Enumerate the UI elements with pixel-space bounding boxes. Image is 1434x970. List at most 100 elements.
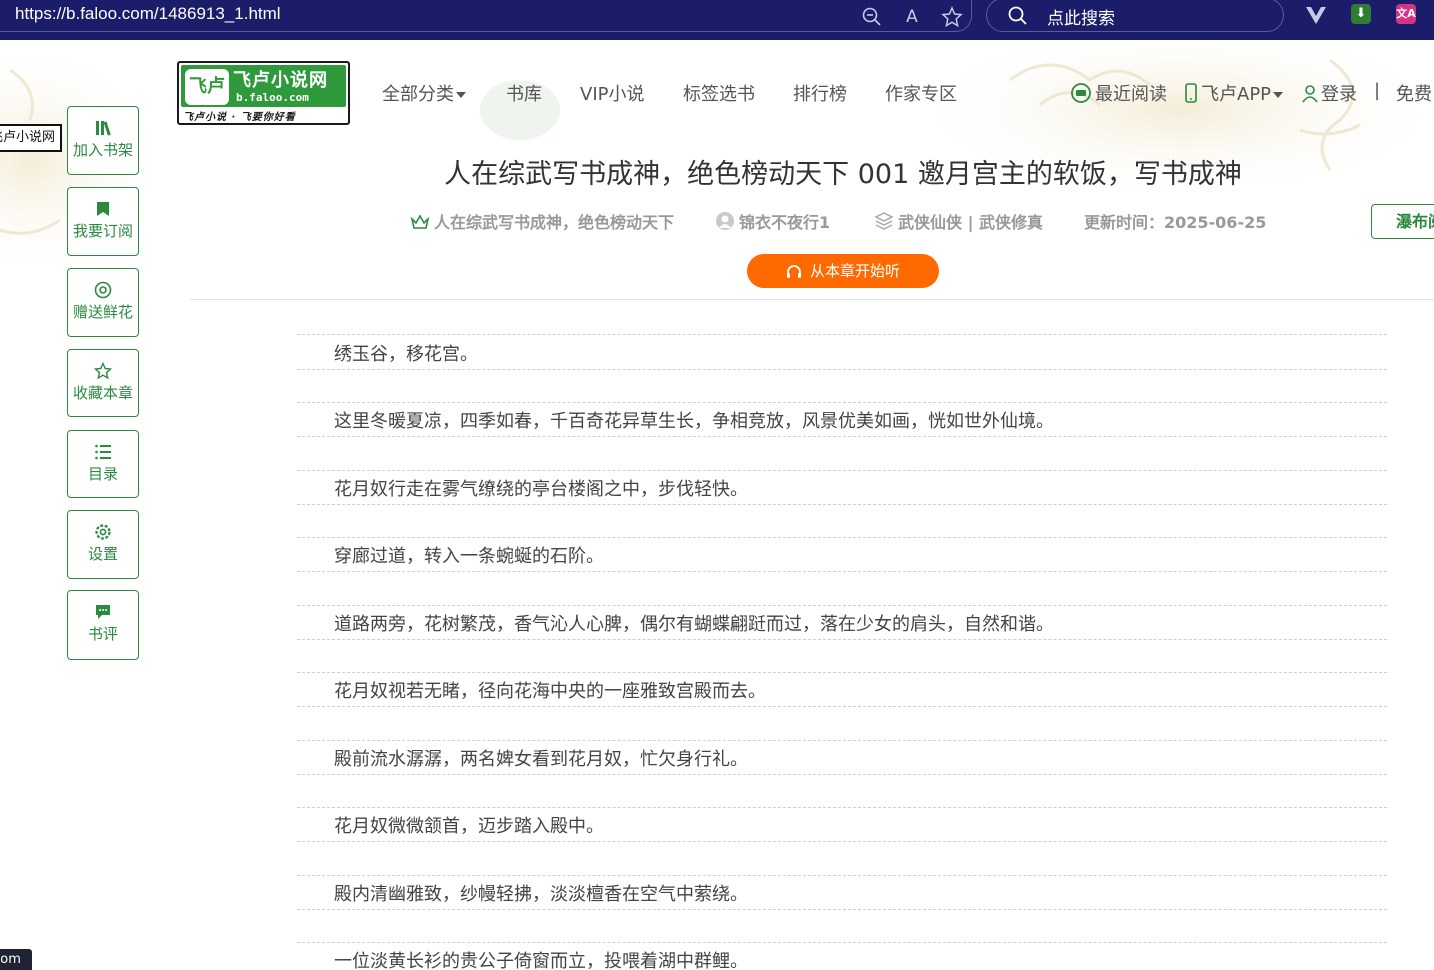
browser-toolbar: https://b.faloo.com/1486913_1.html A 点此搜… bbox=[0, 0, 1434, 40]
line-separator bbox=[297, 942, 1387, 943]
chapter-title: 人在综武写书成神，绝色榜动天下 001 邀月宫主的软饭，写书成神 bbox=[444, 159, 1242, 190]
line-separator bbox=[297, 369, 1387, 370]
logo-slogan: 飞卢小说 · 飞要你好看 bbox=[183, 112, 296, 123]
nav-author-zone[interactable]: 作家专区 bbox=[885, 80, 957, 106]
subscribe-label: 我要订阅 bbox=[72, 222, 133, 240]
site-tooltip: 飞卢小说网 bbox=[0, 124, 62, 152]
search-placeholder[interactable]: 点此搜索 bbox=[1047, 4, 1115, 29]
logo-name: 飞卢小说网 bbox=[233, 70, 328, 91]
download-extension-icon[interactable]: ⬇ bbox=[1351, 4, 1371, 24]
line-separator bbox=[297, 740, 1387, 741]
line-separator bbox=[297, 841, 1387, 842]
comment-icon bbox=[96, 605, 110, 619]
read-aloud-icon[interactable]: A bbox=[901, 6, 923, 28]
settings-label: 设置 bbox=[87, 545, 118, 563]
listen-from-chapter-button[interactable]: 从本章开始听 bbox=[747, 254, 939, 288]
star-icon bbox=[94, 362, 112, 380]
paragraph: 道路两旁，花树繁茂，香气沁人心脾，偶尔有蝴蝶翩跹而过，落在少女的肩头，自然和谐。 bbox=[334, 614, 1054, 635]
nav-separator: | bbox=[1374, 80, 1381, 101]
nav-rankings[interactable]: 排行榜 bbox=[793, 80, 847, 106]
paragraph: 花月奴视若无睹，径向花海中央的一座雅致宫殿而去。 bbox=[334, 681, 766, 702]
line-separator bbox=[297, 774, 1387, 775]
bookmark-icon bbox=[97, 202, 109, 216]
line-separator bbox=[297, 571, 1387, 572]
line-separator bbox=[297, 402, 1387, 403]
send-flower-button[interactable]: 赠送鲜花 bbox=[67, 268, 139, 337]
url-text[interactable]: https://b.faloo.com/1486913_1.html bbox=[15, 4, 281, 24]
meta-book-name: 人在综武写书成神，绝色榜动天下 bbox=[434, 213, 675, 232]
user-icon bbox=[1302, 85, 1318, 103]
vue-extension-icon[interactable] bbox=[1305, 4, 1327, 26]
book-review-button[interactable]: 书评 bbox=[67, 590, 139, 660]
recent-reading-label: 最近阅读 bbox=[1095, 84, 1167, 105]
favorite-chapter-button[interactable]: 收藏本章 bbox=[67, 349, 139, 417]
bookshelf-icon bbox=[96, 121, 111, 136]
headphones-icon bbox=[786, 265, 801, 278]
nav-free[interactable]: 免费 bbox=[1396, 80, 1432, 106]
book-review-label: 书评 bbox=[87, 625, 118, 643]
nav-recent-reading[interactable]: 最近阅读 bbox=[1070, 80, 1167, 106]
logo-url: b.faloo.com bbox=[236, 91, 309, 104]
settings-icon bbox=[95, 524, 111, 540]
login-label: 登录 bbox=[1321, 84, 1357, 105]
table-of-contents-button[interactable]: 目录 bbox=[67, 430, 139, 498]
header-divider bbox=[190, 299, 1434, 300]
line-separator bbox=[297, 875, 1387, 876]
site-logo[interactable]: 飞卢 飞卢小说网 b.faloo.com 飞卢小说 · 飞要你好看 bbox=[177, 61, 350, 125]
meta-update-time: 更新时间：2025-06-25 bbox=[1084, 213, 1267, 232]
line-separator bbox=[297, 807, 1387, 808]
layers-icon bbox=[874, 212, 894, 230]
nav-all-categories-label: 全部分类 bbox=[382, 84, 454, 105]
line-separator bbox=[297, 672, 1387, 673]
nav-vip-novels[interactable]: VIP小说 bbox=[580, 80, 644, 106]
meta-category-link[interactable]: 武侠仙侠 | 武侠修真 bbox=[874, 209, 1043, 233]
logo-banner: 飞卢 飞卢小说网 b.faloo.com bbox=[181, 65, 346, 107]
paragraph: 花月奴微微颔首，迈步踏入殿中。 bbox=[334, 816, 604, 837]
crown-icon bbox=[410, 214, 430, 229]
paragraph: 穿廊过道，转入一条蜿蜒的石阶。 bbox=[334, 546, 604, 567]
paragraph: 这里冬暖夏凉，四季如春，千百奇花异草生长，争相竞放，风景优美如画，恍如世外仙境。 bbox=[334, 411, 1054, 432]
paragraph: 殿内清幽雅致，纱幔轻拂，淡淡檀香在空气中萦绕。 bbox=[334, 884, 748, 905]
app-label: 飞卢APP bbox=[1201, 84, 1272, 105]
nav-all-categories[interactable]: 全部分类 bbox=[382, 80, 466, 106]
line-separator bbox=[297, 470, 1387, 471]
zoom-icon[interactable] bbox=[861, 6, 883, 28]
table-of-contents-label: 目录 bbox=[87, 465, 118, 483]
nav-login[interactable]: 登录 bbox=[1302, 80, 1357, 106]
send-flower-label: 赠送鲜花 bbox=[72, 303, 133, 321]
line-separator bbox=[297, 504, 1387, 505]
nav-tag-select[interactable]: 标签选书 bbox=[683, 80, 755, 106]
line-separator bbox=[297, 639, 1387, 640]
paragraph: 一位淡黄长衫的贵公子倚窗而立，投喂着湖中群鲤。 bbox=[334, 951, 748, 970]
chevron-down-icon bbox=[456, 92, 466, 98]
paragraph: 绣玉谷，移花宫。 bbox=[334, 344, 478, 365]
status-text: .com bbox=[0, 952, 21, 967]
favorite-chapter-label: 收藏本章 bbox=[72, 384, 133, 402]
phone-icon bbox=[1185, 83, 1197, 103]
listen-label: 从本章开始听 bbox=[809, 262, 900, 280]
link-status-bar: .com bbox=[0, 949, 32, 970]
nav-app[interactable]: 飞卢APP bbox=[1184, 80, 1284, 106]
paragraph: 殿前流水潺潺，两名婢女看到花月奴，忙欠身行礼。 bbox=[334, 749, 748, 770]
meta-category: 武侠仙侠 | 武侠修真 bbox=[898, 213, 1043, 232]
meta-book-link[interactable]: 人在综武写书成神，绝色榜动天下 bbox=[410, 209, 674, 233]
meta-author-link[interactable]: 锦衣不夜行1 bbox=[715, 209, 830, 233]
subscribe-button[interactable]: 我要订阅 bbox=[67, 187, 139, 256]
browser-search-box[interactable]: 点此搜索 bbox=[986, 0, 1284, 32]
nav-library[interactable]: 书库 bbox=[506, 80, 542, 106]
logo-emblem: 飞卢 bbox=[185, 69, 229, 105]
meta-author-name: 锦衣不夜行1 bbox=[739, 213, 831, 232]
line-separator bbox=[297, 436, 1387, 437]
line-separator bbox=[297, 706, 1387, 707]
paragraph: 花月奴行走在雾气缭绕的亭台楼阁之中，步伐轻快。 bbox=[334, 479, 748, 500]
line-separator bbox=[297, 605, 1387, 606]
settings-button[interactable]: 设置 bbox=[67, 510, 139, 579]
chevron-down-icon bbox=[1273, 92, 1284, 98]
line-separator bbox=[297, 909, 1387, 910]
recent-reading-icon bbox=[1071, 83, 1091, 103]
line-separator bbox=[297, 537, 1387, 538]
address-bar[interactable]: https://b.faloo.com/1486913_1.html A bbox=[0, 0, 972, 32]
favorite-star-icon[interactable] bbox=[941, 6, 963, 28]
translate-extension-icon[interactable]: 文A bbox=[1396, 4, 1416, 24]
waterfall-reading-button[interactable]: 瀑布阅读 bbox=[1371, 204, 1434, 239]
